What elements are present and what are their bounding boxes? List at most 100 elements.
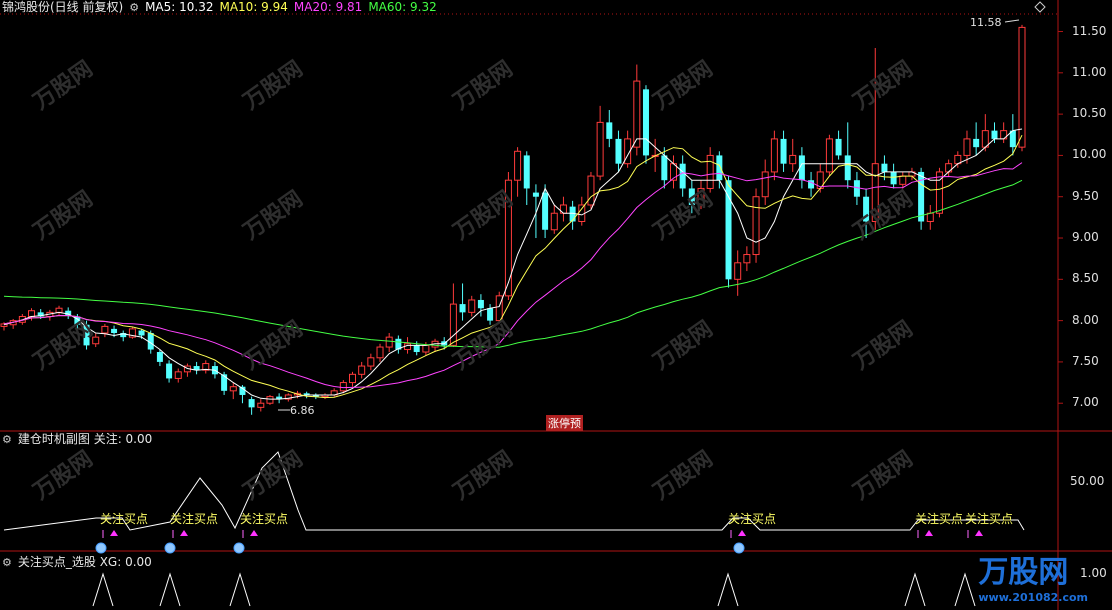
watermark-text: 万股网 (848, 447, 917, 506)
candle-down (661, 155, 668, 181)
signal-dot-icon (164, 542, 176, 554)
price-tick-label: 10.50 (1072, 106, 1107, 121)
candle-down (477, 299, 484, 309)
price-tick-label: 11.50 (1072, 23, 1107, 38)
candle-down (716, 155, 723, 181)
candle-down (111, 328, 118, 334)
buy-signal-label: 关注买点 (170, 511, 218, 526)
xg-spike (92, 572, 114, 607)
candle-up (633, 80, 641, 148)
xg-spike (904, 572, 926, 607)
candle-down (642, 89, 649, 156)
candle-up (28, 310, 36, 317)
site-logo: 万股网 www.201082.com (978, 555, 1088, 604)
chart-canvas: 关注买点 关注买点 关注买点 关注买点 关注买点 关注买点万股网 万股网 万股网 万股网 万股网万… (0, 0, 1112, 610)
candle-down (881, 163, 888, 172)
watermark-text: 万股网 (238, 447, 307, 506)
xg-spike (159, 572, 181, 607)
candle-down (166, 363, 173, 379)
sub1-axis-tick: 50.00 (1070, 474, 1105, 488)
buy-signal-label: 关注买点 (100, 511, 148, 526)
xg-spike (717, 572, 739, 607)
candle-up (514, 150, 522, 181)
candle-down (138, 330, 145, 336)
price-tick-label: 7.00 (1072, 395, 1099, 410)
watermark-text: 万股网 (238, 57, 307, 116)
buy-arrow-icon (925, 530, 933, 536)
watermark-text: 万股网 (28, 57, 97, 116)
watermark-text: 万股网 (28, 447, 97, 506)
candle-up (358, 365, 366, 375)
candle-down (156, 352, 163, 362)
candle-down (973, 138, 980, 148)
xg-spike (229, 572, 251, 607)
candle-up (899, 175, 907, 185)
candle-up (596, 121, 604, 177)
candle-down (542, 192, 549, 230)
buy-arrow-icon (110, 530, 118, 536)
buy-arrow-icon (738, 530, 746, 536)
candle-down (459, 304, 466, 313)
candle-down (248, 399, 255, 408)
candle-down (413, 345, 420, 353)
candle-up (55, 307, 63, 313)
limit-up-tag: 涨停预 (546, 415, 583, 431)
candle-down (844, 155, 851, 181)
buy-signal-label: 关注买点 (240, 511, 288, 526)
watermark-text: 万股网 (448, 57, 517, 116)
candle-up (422, 344, 430, 353)
candle-up (761, 171, 769, 198)
watermark-text: 万股网 (848, 57, 917, 116)
high-price-arrow (1004, 19, 1020, 23)
candle-up (825, 138, 833, 173)
diamond-icon (1034, 1, 1046, 13)
buy-arrow-icon (250, 530, 258, 536)
watermark-text: 万股网 (648, 317, 717, 376)
candle-down (890, 171, 897, 185)
candle-up (101, 325, 109, 334)
watermark-text: 万股网 (28, 187, 97, 246)
candle-up (468, 299, 476, 313)
candle-up (587, 175, 595, 206)
price-tick-label: 9.00 (1072, 230, 1099, 245)
candle-down (725, 180, 732, 280)
candle-up (945, 163, 953, 173)
price-tick-label: 7.50 (1072, 353, 1099, 368)
candle-down (780, 138, 787, 164)
watermark-text: 万股网 (848, 317, 917, 376)
candle-down (487, 308, 494, 321)
candle-up (349, 373, 357, 384)
high-price-label: 11.58 (970, 16, 1002, 29)
candle-up (752, 196, 760, 256)
price-tick-label: 11.00 (1072, 64, 1107, 79)
candle-up (743, 254, 751, 264)
watermark-text: 万股网 (28, 317, 97, 376)
price-tick-label: 9.50 (1072, 188, 1099, 203)
candle-down (835, 138, 842, 156)
low-price-label: 6.86 (290, 404, 315, 417)
candle-up (706, 154, 714, 189)
candle-up (174, 371, 182, 379)
candle-up (734, 262, 742, 280)
buy-arrow-icon (180, 530, 188, 536)
candle-down (606, 122, 613, 139)
price-tick-label: 10.00 (1072, 147, 1107, 162)
candle-down (221, 374, 228, 391)
candle-down (615, 138, 622, 164)
candle-up (376, 346, 384, 359)
xg-spike (954, 572, 976, 607)
candle-down (523, 155, 530, 189)
price-tick-label: 8.50 (1072, 271, 1099, 286)
candle-up (339, 382, 347, 392)
price-tick-label: 8.00 (1072, 312, 1099, 327)
candle-up (963, 138, 971, 156)
candle-up (770, 138, 778, 173)
watermark-text: 万股网 (648, 447, 717, 506)
buy-signal-label: 关注买点 (728, 511, 776, 526)
candle-up (257, 402, 265, 408)
signal-dot-icon (733, 542, 745, 554)
signal-dot-icon (95, 542, 107, 554)
candle-up (229, 386, 237, 392)
signal-dot-icon (233, 542, 245, 554)
buy-signal-label: 关注买点 (915, 511, 963, 526)
